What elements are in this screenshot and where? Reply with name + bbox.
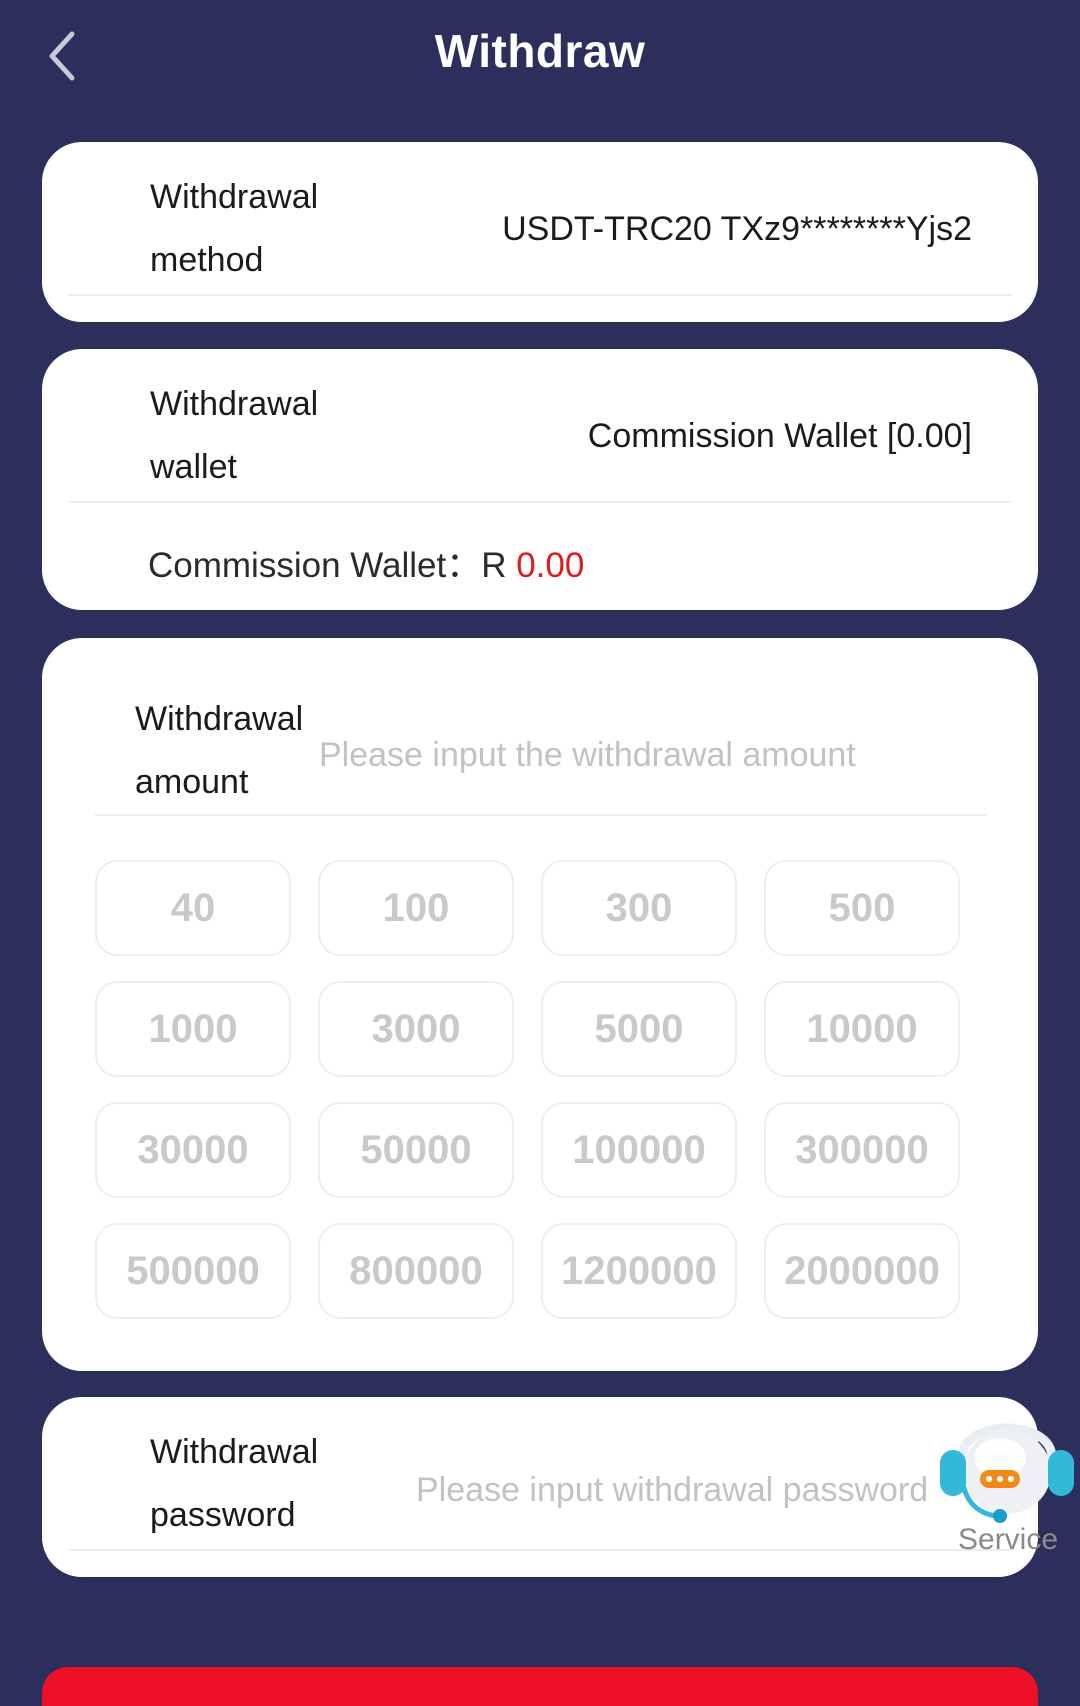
withdrawal-method-value: USDT-TRC20 TXz9********Yjs2 bbox=[502, 210, 972, 248]
amount-preset-button[interactable]: 300 bbox=[541, 860, 737, 956]
withdrawal-wallet-card: Withdrawal wallet Commission Wallet [0.0… bbox=[42, 349, 1038, 610]
headset-chat-icon bbox=[940, 1423, 1074, 1523]
amount-preset-button[interactable]: 10000 bbox=[764, 981, 960, 1077]
amount-preset-grid: 40 100 300 500 1000 3000 5000 10000 30000 50000 10… bbox=[95, 860, 1001, 1319]
withdrawal-method-card: Withdrawal method USDT-TRC20 TXz9*******… bbox=[42, 142, 1038, 322]
withdrawal-password-input[interactable] bbox=[416, 1465, 996, 1515]
withdrawal-amount-card: Withdrawal amount 40 100 300 500 1000 3000 500… bbox=[42, 638, 1038, 1371]
amount-preset-button[interactable]: 40 bbox=[95, 860, 291, 956]
amount-preset-button[interactable]: 2000000 bbox=[764, 1223, 960, 1319]
page-title: Withdraw bbox=[434, 25, 646, 77]
withdrawal-amount-row: Withdrawal amount bbox=[95, 638, 987, 816]
header: Withdraw bbox=[0, 0, 1080, 110]
withdrawal-wallet-row[interactable]: Withdrawal wallet Commission Wallet [0.0… bbox=[68, 349, 1012, 503]
amount-preset-button[interactable]: 5000 bbox=[541, 981, 737, 1077]
amount-preset-button[interactable]: 800000 bbox=[318, 1223, 514, 1319]
service-label: Service bbox=[958, 1523, 1059, 1556]
withdrawal-wallet-label: Withdrawal wallet bbox=[150, 385, 319, 486]
wallet-balance-label: Commission Wallet：R bbox=[148, 546, 517, 585]
withdrawal-password-label: Withdrawal password bbox=[150, 1433, 319, 1534]
withdrawal-password-card: Withdrawal password bbox=[42, 1397, 1038, 1577]
withdraw-page: Withdraw Withdrawal method USDT-TRC20 TX… bbox=[0, 0, 1080, 1706]
amount-preset-button[interactable]: 500 bbox=[764, 860, 960, 956]
withdrawal-amount-input[interactable] bbox=[319, 730, 909, 780]
amount-preset-button[interactable]: 1200000 bbox=[541, 1223, 737, 1319]
wallet-balance: Commission Wallet：R 0.00 bbox=[148, 537, 584, 588]
withdrawal-method-row[interactable]: Withdrawal method USDT-TRC20 TXz9*******… bbox=[68, 142, 1012, 296]
amount-preset-button[interactable]: 1000 bbox=[95, 981, 291, 1077]
amount-preset-button[interactable]: 100 bbox=[318, 860, 514, 956]
submit-withdraw-button[interactable] bbox=[42, 1667, 1038, 1706]
amount-preset-button[interactable]: 100000 bbox=[541, 1102, 737, 1198]
service-button[interactable]: Service bbox=[934, 1392, 1080, 1562]
amount-preset-button[interactable]: 500000 bbox=[95, 1223, 291, 1319]
wallet-balance-amount: 0.00 bbox=[516, 546, 585, 585]
withdrawal-wallet-value: Commission Wallet [0.00] bbox=[587, 417, 972, 455]
amount-preset-button[interactable]: 30000 bbox=[95, 1102, 291, 1198]
amount-preset-button[interactable]: 300000 bbox=[764, 1102, 960, 1198]
withdrawal-method-label: Withdrawal method bbox=[150, 178, 319, 279]
amount-preset-button[interactable]: 3000 bbox=[318, 981, 514, 1077]
amount-preset-button[interactable]: 50000 bbox=[318, 1102, 514, 1198]
